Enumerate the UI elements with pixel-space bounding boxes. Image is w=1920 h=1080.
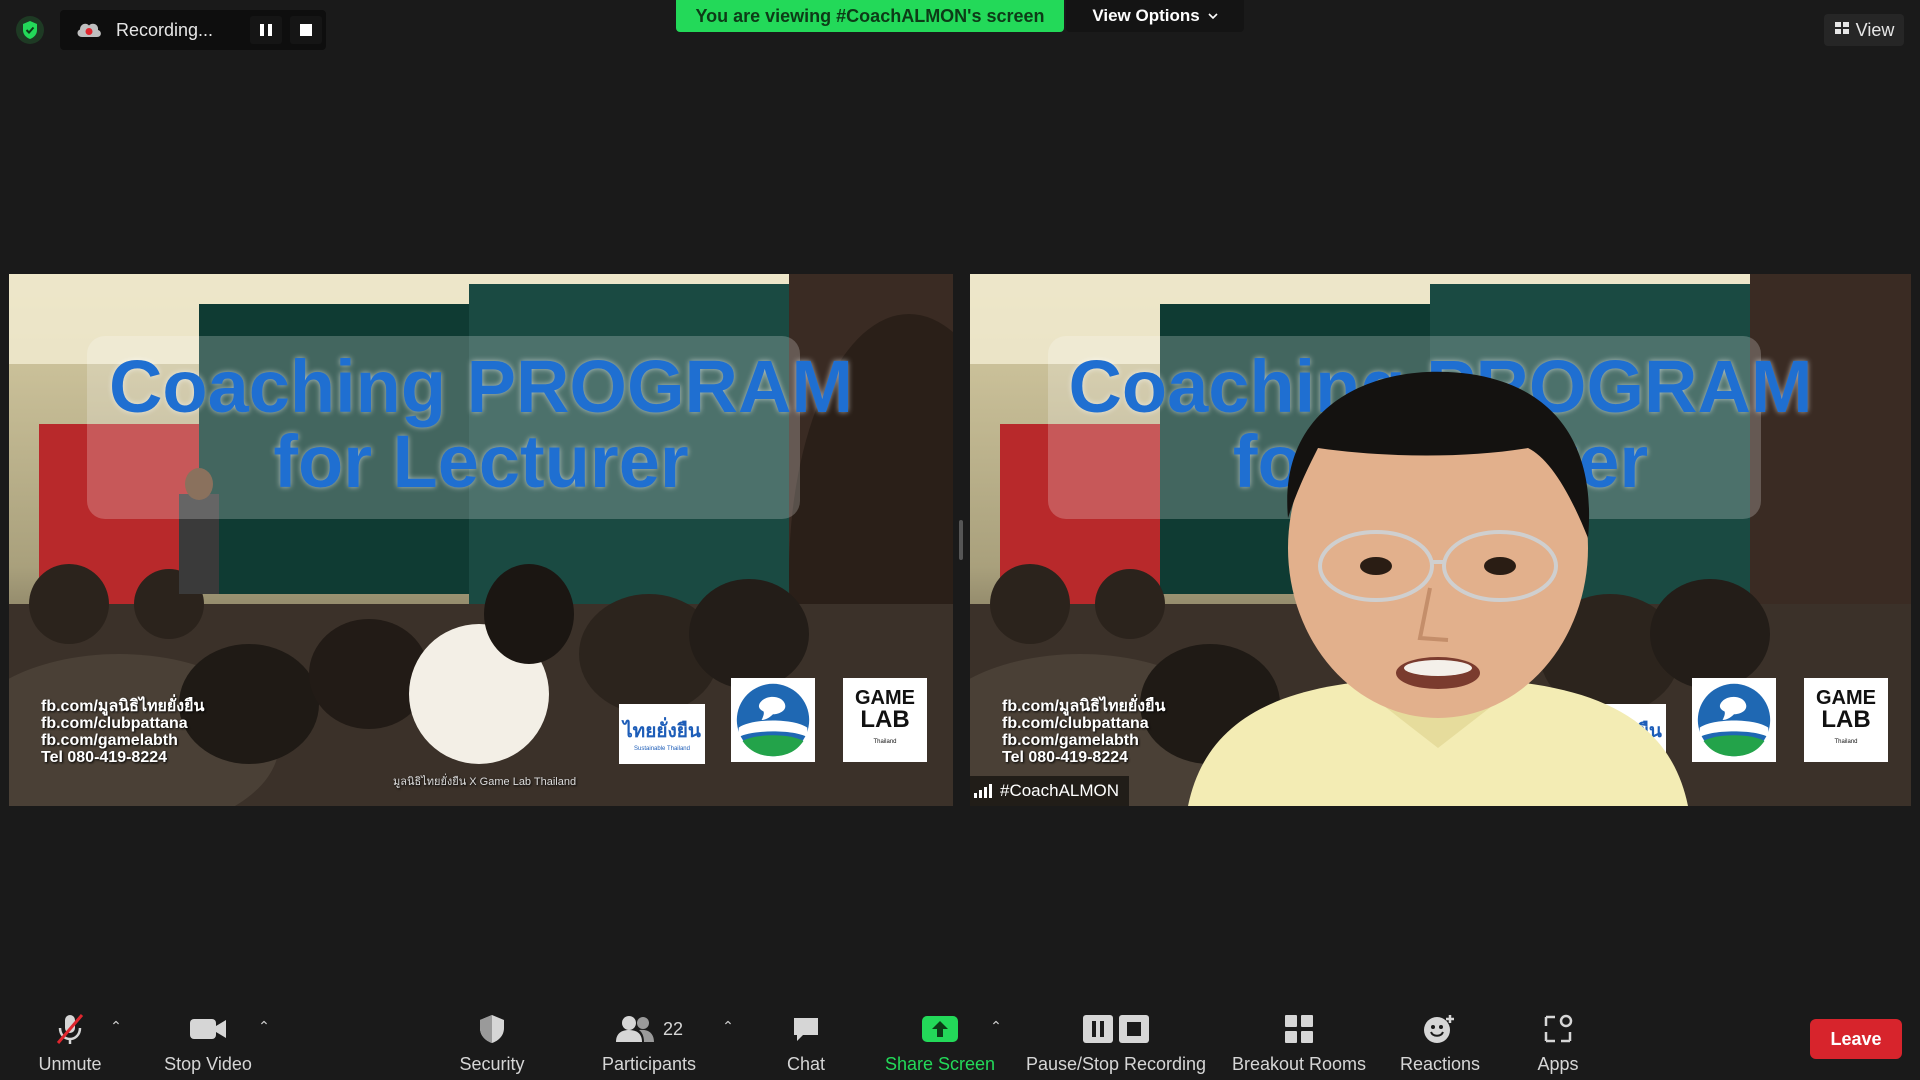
muted-microphone-icon bbox=[52, 1006, 88, 1052]
contact-line: Tel 080-419-8224 bbox=[41, 749, 168, 766]
reactions-button[interactable]: Reactions bbox=[1392, 996, 1488, 1080]
participants-icon: 22 bbox=[615, 1006, 683, 1052]
pause-stop-recording-button[interactable]: Pause/Stop Recording bbox=[1022, 996, 1210, 1080]
contact-line: fb.com/มูลนิธิไทยยั่งยืน bbox=[41, 698, 205, 715]
view-label: View bbox=[1855, 19, 1895, 40]
breakout-rooms-button[interactable]: Breakout Rooms bbox=[1228, 996, 1370, 1080]
participant-name-tag: #CoachALMON bbox=[970, 776, 1130, 806]
share-options-caret-icon[interactable]: ⌃ bbox=[988, 1018, 1004, 1034]
share-screen-label: Share Screen bbox=[884, 1054, 996, 1074]
slide-credit: มูลนิธิไทยยั่งยืน X Game Lab Thailand bbox=[393, 776, 577, 788]
apps-button[interactable]: Apps bbox=[1518, 996, 1598, 1080]
pause-stop-recording-icon bbox=[1081, 1006, 1151, 1052]
pause-icon bbox=[260, 24, 272, 36]
view-layout-button[interactable]: View bbox=[1824, 14, 1904, 46]
slide-contact-info: fb.com/มูลนิธิไทยยั่งยืน fb.com/clubpatt… bbox=[41, 698, 204, 766]
apps-icon bbox=[1542, 1006, 1574, 1052]
chevron-down-icon bbox=[1208, 6, 1218, 26]
apps-label: Apps bbox=[1537, 1054, 1579, 1074]
contact-line: fb.com/gamelabth bbox=[1002, 732, 1139, 749]
stop-icon bbox=[300, 24, 312, 36]
game-lab-line2: LAB bbox=[1821, 706, 1871, 733]
participants-count: 22 bbox=[662, 1018, 684, 1039]
video-camera-icon bbox=[188, 1006, 228, 1052]
foundation-circle-logo bbox=[731, 678, 815, 762]
slide-title-line1: Coaching PROGRAM bbox=[108, 345, 854, 428]
contact-line: fb.com/gamelabth bbox=[41, 732, 178, 749]
video-options-caret-icon[interactable]: ⌃ bbox=[256, 1018, 272, 1034]
smiley-reaction-icon bbox=[1422, 1006, 1458, 1052]
game-lab-logo: GAME LAB Thailand bbox=[843, 678, 927, 762]
grid-view-icon bbox=[1834, 20, 1850, 41]
view-options-label: View Options bbox=[1092, 6, 1200, 25]
viewing-screen-banner: You are viewing #CoachALMON's screen bbox=[676, 0, 1064, 32]
thai-yangyuen-logo: ไทยยั่งยืน Sustainable Thailand bbox=[619, 704, 705, 764]
participants-options-caret-icon[interactable]: ⌃ bbox=[720, 1018, 736, 1034]
security-label: Security bbox=[459, 1054, 525, 1074]
game-lab-subtext: Thailand bbox=[873, 739, 897, 745]
leave-meeting-button[interactable]: Leave bbox=[1810, 1019, 1902, 1059]
slide-contact-info: fb.com/มูลนิธิไทยยั่งยืน fb.com/clubpatt… bbox=[1002, 698, 1165, 766]
participant-video-tile[interactable]: Coaching PROGRAM for Lecturer fb.com/มูล… bbox=[970, 274, 1911, 806]
game-lab-logo: GAME LAB Thailand bbox=[1804, 678, 1888, 762]
unmute-button[interactable]: Unmute bbox=[24, 996, 116, 1080]
chat-bubble-icon bbox=[790, 1006, 822, 1052]
unmute-label: Unmute bbox=[38, 1054, 102, 1074]
encryption-shield-icon[interactable] bbox=[16, 16, 44, 44]
contact-line: Tel 080-419-8224 bbox=[1002, 749, 1129, 766]
game-lab-subtext: Thailand bbox=[1834, 739, 1858, 745]
stop-recording-button[interactable] bbox=[290, 16, 322, 44]
stop-video-label: Stop Video bbox=[164, 1054, 252, 1074]
breakout-rooms-grid-icon bbox=[1283, 1006, 1315, 1052]
connection-signal-icon bbox=[974, 784, 992, 798]
breakout-rooms-label: Breakout Rooms bbox=[1231, 1054, 1367, 1074]
pause-recording-button[interactable] bbox=[250, 16, 282, 44]
share-screen-arrow-icon bbox=[921, 1006, 959, 1052]
slide-title-line2: for Lecturer bbox=[273, 420, 689, 503]
presenter-video bbox=[1148, 348, 1728, 806]
reactions-label: Reactions bbox=[1399, 1054, 1481, 1074]
shared-screen-tile[interactable]: Coaching PROGRAM for Lecturer fb.com/มูล… bbox=[9, 274, 953, 806]
participant-name: #CoachALMON bbox=[1000, 781, 1120, 800]
recording-label: Recording... bbox=[116, 19, 214, 40]
view-options-button[interactable]: View Options bbox=[1066, 0, 1244, 32]
recording-indicator: Recording... bbox=[60, 10, 326, 50]
meeting-toolbar: Unmute ⌃ Stop Video ⌃ Security 22 Partic… bbox=[0, 996, 1920, 1080]
audio-options-caret-icon[interactable]: ⌃ bbox=[108, 1018, 124, 1034]
top-bar: Recording... You are viewing #CoachALMON… bbox=[0, 0, 1920, 60]
security-button[interactable]: Security bbox=[446, 996, 538, 1080]
participants-button[interactable]: 22 Participants bbox=[592, 996, 706, 1080]
game-lab-line2: LAB bbox=[860, 706, 910, 733]
stop-video-button[interactable]: Stop Video bbox=[152, 996, 264, 1080]
thai-logo-subtext: Sustainable Thailand bbox=[634, 746, 690, 752]
security-shield-icon bbox=[476, 1006, 508, 1052]
contact-line: fb.com/มูลนิธิไทยยั่งยืน bbox=[1002, 698, 1166, 715]
cloud-recording-icon bbox=[74, 19, 104, 41]
participants-label: Participants bbox=[601, 1054, 697, 1074]
thai-logo-text: ไทยยั่งยืน bbox=[623, 721, 701, 742]
share-screen-button[interactable]: Share Screen bbox=[876, 996, 1004, 1080]
chat-button[interactable]: Chat bbox=[766, 996, 846, 1080]
pause-stop-recording-label: Pause/Stop Recording bbox=[1025, 1054, 1207, 1074]
chat-label: Chat bbox=[786, 1054, 826, 1074]
splitter-handle[interactable] bbox=[959, 520, 963, 560]
contact-line: fb.com/clubpattana bbox=[41, 715, 188, 732]
contact-line: fb.com/clubpattana bbox=[1002, 715, 1149, 732]
